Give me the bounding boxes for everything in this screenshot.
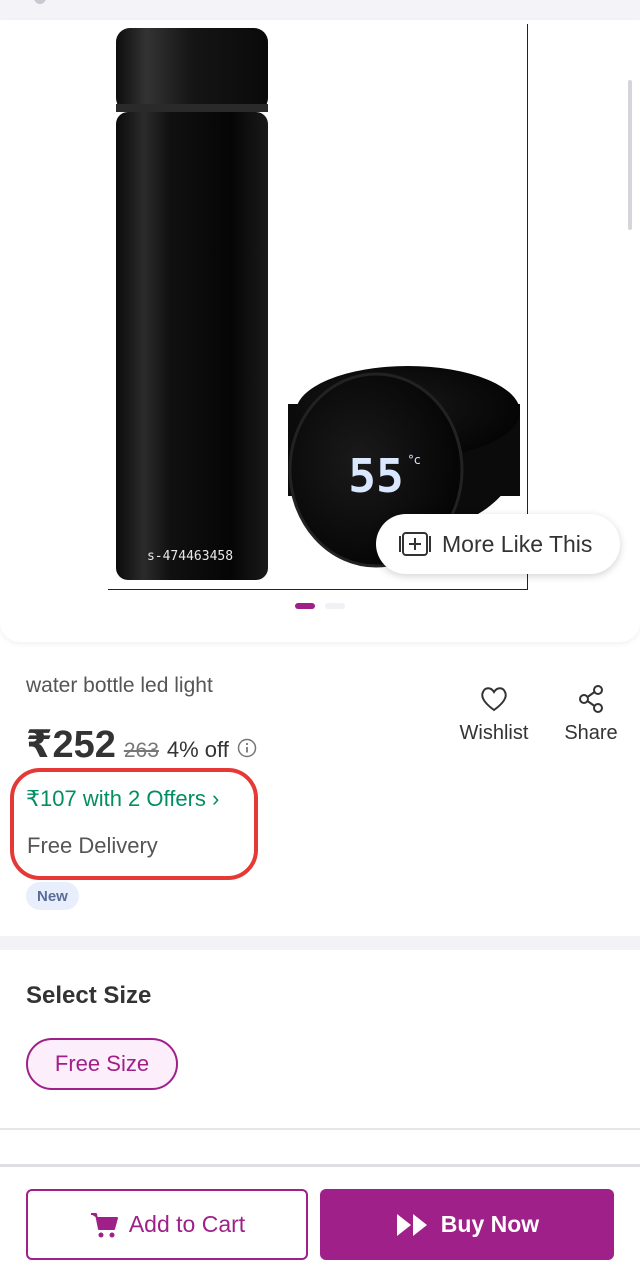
carousel-dot-2[interactable] — [325, 603, 345, 609]
wishlist-label: Wishlist — [459, 722, 529, 744]
offers-highlight — [10, 768, 258, 880]
wishlist-button[interactable]: Wishlist — [456, 684, 532, 745]
select-size-heading: Select Size — [26, 982, 152, 1009]
add-to-cart-label: Add to Cart — [128, 1211, 246, 1237]
size-option-free-size[interactable]: Free Size — [26, 1038, 178, 1090]
share-button[interactable]: Share — [560, 684, 622, 745]
buy-now-button[interactable]: Buy Now — [320, 1189, 614, 1260]
bottom-action-bar: Add to Cart Buy Now — [0, 1167, 640, 1280]
share-label: Share — [564, 722, 618, 744]
temperature-readout: 55 — [348, 449, 403, 503]
buy-now-label: Buy Now — [440, 1211, 540, 1237]
scrollbar[interactable] — [628, 80, 632, 230]
svg-text:°c: °c — [408, 453, 421, 467]
carousel-dots — [0, 603, 640, 613]
product-image-card[interactable]: 55 °c s-474463458 More Like This — [0, 20, 640, 642]
more-like-this-label: More Like This — [442, 530, 593, 557]
top-indicator — [34, 0, 46, 4]
heart-icon — [481, 687, 507, 712]
new-badge: New — [26, 882, 79, 910]
product-page: 55 °c s-474463458 More Like This water b… — [0, 0, 640, 1280]
fast-forward-icon — [396, 1213, 427, 1236]
offers-link[interactable]: ₹107 with 2 Offers › — [26, 786, 219, 812]
share-icon — [579, 685, 603, 713]
section-divider — [0, 936, 640, 950]
discount-text: 4% off — [166, 737, 229, 762]
price-current: ₹252 — [26, 724, 116, 766]
image-watermark: s-474463458 — [147, 549, 233, 564]
free-delivery-text: Free Delivery — [27, 833, 158, 858]
info-icon[interactable] — [237, 738, 257, 758]
product-title: water bottle led light — [26, 674, 213, 697]
bottle-illustration: 55 °c s-474463458 — [116, 28, 520, 580]
cart-icon — [90, 1212, 118, 1237]
more-like-this-button[interactable]: More Like This — [376, 514, 620, 574]
price-mrp: 263 — [123, 739, 159, 762]
divider — [0, 1128, 640, 1130]
product-image[interactable]: 55 °c s-474463458 — [108, 24, 528, 590]
price-row: ₹252 263 4% off — [26, 722, 257, 767]
carousel-dot-1[interactable] — [295, 603, 315, 609]
similar-items-icon — [399, 532, 431, 556]
add-to-cart-button[interactable]: Add to Cart — [26, 1189, 308, 1260]
